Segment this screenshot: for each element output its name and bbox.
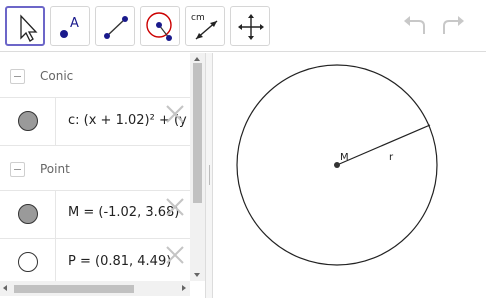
segment-icon bbox=[104, 16, 128, 39]
splitter-grip[interactable] bbox=[209, 165, 210, 185]
scroll-thumb[interactable] bbox=[14, 285, 134, 293]
scroll-left-arrow-icon[interactable] bbox=[3, 285, 7, 291]
toolbar: A cm bbox=[0, 0, 486, 52]
algebra-view: Conic c: (x + 1.02)² + (y - 3.68)² = 4 P… bbox=[0, 53, 205, 298]
distance-tool-button[interactable]: cm bbox=[185, 6, 225, 46]
undo-icon[interactable] bbox=[400, 12, 430, 40]
scroll-thumb[interactable] bbox=[193, 63, 202, 203]
close-icon[interactable] bbox=[165, 197, 185, 217]
group-title: Conic bbox=[40, 69, 74, 83]
algebra-item-point-p[interactable]: P = (0.81, 4.49) bbox=[0, 239, 190, 287]
radius-segment[interactable] bbox=[336, 124, 431, 166]
scroll-up-arrow-icon[interactable] bbox=[194, 57, 200, 61]
scroll-down-arrow-icon[interactable] bbox=[194, 273, 200, 277]
algebra-horizontal-scrollbar[interactable] bbox=[0, 281, 190, 296]
close-icon[interactable] bbox=[165, 104, 185, 124]
point-with-label-icon: A bbox=[60, 16, 79, 38]
graphics-view[interactable]: M r bbox=[213, 53, 486, 298]
move-arrows-icon bbox=[238, 14, 264, 40]
svg-text:cm: cm bbox=[191, 13, 205, 23]
point-m-label: M bbox=[340, 152, 349, 163]
visibility-toggle[interactable] bbox=[18, 204, 38, 224]
measure-distance-icon: cm bbox=[191, 13, 218, 40]
move-tool-button[interactable] bbox=[5, 6, 45, 46]
circle-center-point-icon bbox=[146, 12, 172, 41]
redo-icon[interactable] bbox=[438, 12, 468, 40]
algebra-item-conic-c[interactable]: c: (x + 1.02)² + (y - 3.68)² = 4 bbox=[0, 98, 190, 146]
radius-label: r bbox=[389, 152, 394, 163]
collapse-conic-button[interactable] bbox=[10, 69, 25, 84]
group-header-conic: Conic bbox=[0, 53, 190, 98]
group-title: Point bbox=[40, 162, 70, 176]
algebra-vertical-scrollbar[interactable] bbox=[190, 53, 205, 281]
graphics-canvas[interactable]: M r bbox=[213, 53, 486, 298]
visibility-toggle[interactable] bbox=[18, 111, 38, 131]
view-splitter[interactable] bbox=[205, 53, 213, 298]
close-icon[interactable] bbox=[165, 245, 185, 265]
move-graphics-view-button[interactable] bbox=[230, 6, 270, 46]
algebra-item-point-m[interactable]: M = (-1.02, 3.68) bbox=[0, 191, 190, 239]
cursor-arrow-icon bbox=[20, 14, 38, 42]
visibility-toggle[interactable] bbox=[18, 252, 38, 272]
scroll-right-arrow-icon[interactable] bbox=[182, 285, 186, 291]
svg-text:A: A bbox=[70, 16, 79, 31]
collapse-point-button[interactable] bbox=[10, 162, 25, 177]
circle-tool-button[interactable] bbox=[140, 6, 180, 46]
point-tool-button[interactable]: A bbox=[50, 6, 90, 46]
segment-tool-button[interactable] bbox=[95, 6, 135, 46]
group-header-point: Point bbox=[0, 146, 190, 191]
